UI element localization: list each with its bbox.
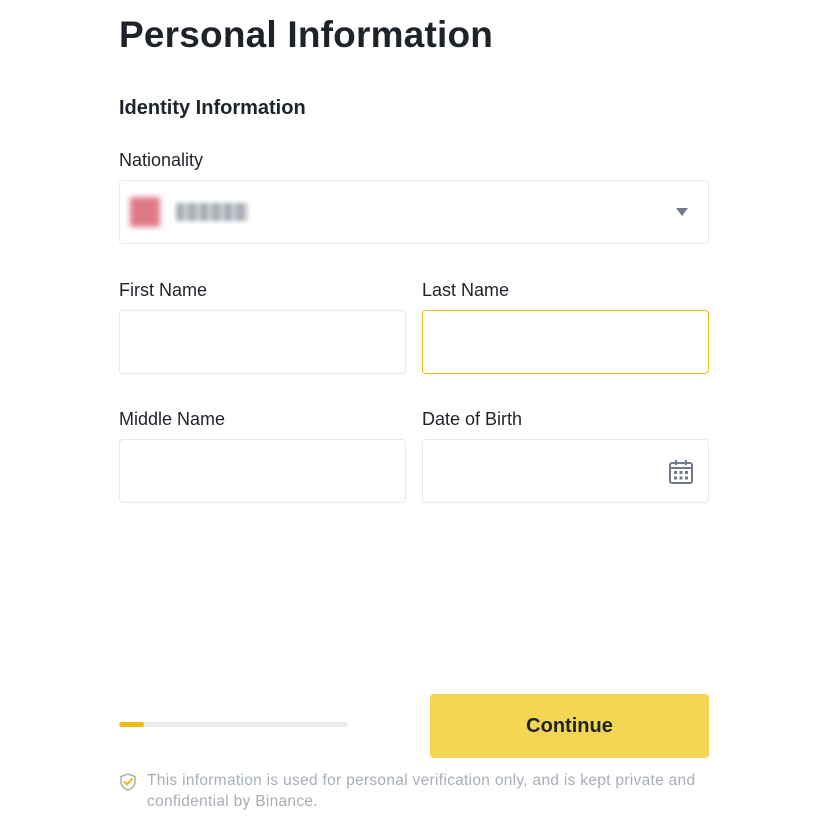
last-name-label: Last Name	[422, 280, 510, 300]
page-title: Personal Information	[119, 14, 494, 55]
personal-information-page: Personal Information Identity Informatio…	[0, 0, 828, 834]
section-title: Identity Information	[119, 97, 306, 119]
calendar-icon[interactable]	[668, 459, 694, 485]
flag-icon	[130, 197, 160, 227]
date-of-birth-field-wrapper	[422, 439, 709, 503]
first-name-label: First Name	[119, 280, 208, 300]
continue-button[interactable]: Continue	[430, 694, 709, 758]
first-name-field[interactable]	[120, 311, 405, 373]
nationality-label: Nationality	[119, 150, 204, 170]
privacy-notice-text: This information is used for personal ve…	[147, 772, 696, 810]
privacy-notice: This information is used for personal ve…	[119, 770, 719, 812]
middle-name-field-wrapper	[119, 439, 406, 503]
selected-country	[176, 203, 248, 221]
date-of-birth-label: Date of Birth	[422, 409, 523, 429]
last-name-field[interactable]	[423, 311, 708, 373]
first-name-field-wrapper	[119, 310, 406, 374]
progress-bar	[119, 722, 348, 727]
last-name-field-wrapper	[422, 310, 709, 374]
shield-check-icon	[120, 773, 136, 791]
middle-name-field[interactable]	[120, 440, 405, 502]
chevron-down-icon[interactable]	[676, 208, 688, 216]
middle-name-label: Middle Name	[119, 409, 226, 429]
progress-fill	[119, 722, 145, 727]
date-of-birth-field[interactable]	[423, 440, 708, 502]
nationality-select[interactable]	[119, 180, 709, 244]
